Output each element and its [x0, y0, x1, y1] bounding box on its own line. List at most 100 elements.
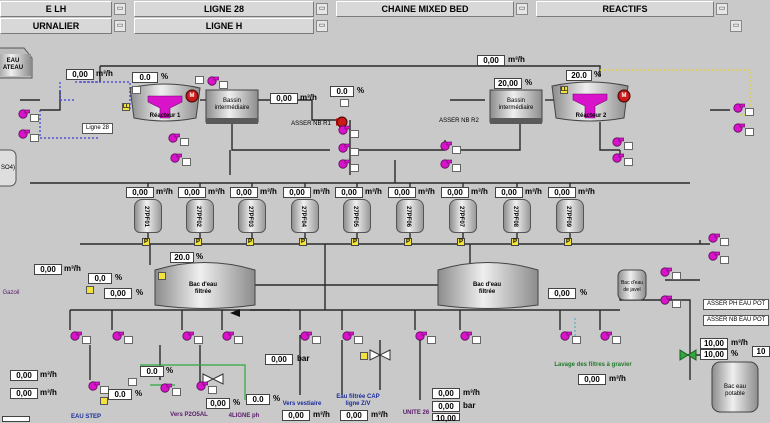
filter-flow-unit: m³/h	[156, 187, 173, 196]
filter-tank-label: 27PF02	[195, 206, 201, 228]
reactor1-pct-unit: %	[161, 72, 169, 81]
filter-flow-unit: m³/h	[313, 187, 330, 196]
pump-icon[interactable]	[612, 150, 625, 163]
bac1-pct-bot-value: 0,00	[104, 288, 132, 299]
filter-tank-label: 27PF05	[352, 206, 358, 228]
bac1-pct-mid-unit: %	[115, 273, 123, 282]
pump-icon[interactable]	[338, 122, 351, 135]
javel-label: Bac d'eau de javel	[620, 280, 644, 293]
bottom-left-flow3-value	[2, 416, 30, 422]
reactor2-label: Réacteur 2	[575, 113, 607, 119]
potable-extra-value: 10	[752, 346, 770, 357]
pump-status-indicator	[194, 336, 203, 344]
asser-nb-r2-label: ASSER NB R2	[439, 118, 479, 124]
bar-pressure-value: 0,00	[265, 354, 293, 365]
vestiaire-flow-unit: m³/h	[313, 410, 330, 419]
pump-icon[interactable]	[196, 378, 209, 391]
filter-tank[interactable]: 27PF09	[556, 199, 584, 233]
p2o5-pct2-value: 0.0	[108, 389, 132, 400]
filter-tank[interactable]: 27PF04	[291, 199, 319, 233]
pump-icon[interactable]	[342, 328, 355, 341]
filter-tank[interactable]: 27PF01	[134, 199, 162, 233]
filter-p-indicator: P	[142, 238, 150, 246]
unite26-bar-unit: bar	[463, 401, 476, 410]
gazoil-label: Gazoil	[2, 290, 20, 296]
filter-flow-unit: m³/h	[525, 187, 542, 196]
pump-icon[interactable]	[70, 328, 83, 341]
pump-icon[interactable]	[88, 378, 101, 391]
p2o5-indicator	[128, 378, 137, 386]
cap-flow-value: 0,00	[340, 410, 368, 421]
bac1-indicator-2	[86, 286, 94, 294]
asser-ph-eau-pot-tag[interactable]: ASSER PH EAU POT	[703, 299, 770, 310]
bottom-left-flow1-unit: m³/h	[40, 370, 57, 379]
bottom-left-flow2-unit: m³/h	[40, 388, 57, 397]
filter-tank[interactable]: 27PF07	[449, 199, 477, 233]
vestiaire-label: Vers vestiaire	[282, 401, 322, 407]
gazoil-flow-unit: m³/h	[64, 264, 81, 273]
pump-icon[interactable]	[168, 130, 181, 143]
bassin1-pct-value: 0.0	[330, 86, 354, 97]
p2o5-pct1-unit: %	[166, 366, 174, 375]
pump-icon[interactable]	[660, 292, 673, 305]
pump-icon[interactable]	[338, 156, 351, 169]
pump-icon[interactable]	[415, 328, 428, 341]
pump-icon[interactable]	[300, 328, 313, 341]
filter-p-indicator: P	[351, 238, 359, 246]
filter-tank[interactable]: 27PF06	[396, 199, 424, 233]
pump-icon[interactable]	[600, 328, 613, 341]
pump-status-indicator	[312, 336, 321, 344]
pump-icon[interactable]	[440, 156, 453, 169]
vestiaire-flow-value: 0,00	[282, 410, 310, 421]
pump-icon[interactable]	[338, 140, 351, 153]
filter-tank-label: 27PF04	[300, 206, 306, 228]
potable-pct-unit: %	[731, 349, 739, 358]
pump-icon[interactable]	[170, 150, 183, 163]
ligne4-small-unit: %	[233, 398, 241, 407]
pump-icon[interactable]	[207, 73, 220, 86]
bassin1-flow-value: 0,00	[270, 93, 298, 104]
bac1-pct-top-unit: %	[196, 252, 204, 261]
filter-tank-label: 27PF08	[512, 206, 518, 228]
pump-icon[interactable]	[733, 120, 746, 133]
pump-icon[interactable]	[733, 100, 746, 113]
pump-icon[interactable]	[660, 264, 673, 277]
pump-icon[interactable]	[18, 126, 31, 139]
pump-icon[interactable]	[460, 328, 473, 341]
ligne28-tag[interactable]: Ligne 28	[82, 123, 114, 134]
pump-icon[interactable]	[18, 106, 31, 119]
pump-icon[interactable]	[112, 328, 125, 341]
pump-status-indicator	[672, 300, 681, 308]
reactor1-indicator	[132, 86, 141, 94]
filter-tank[interactable]: 27PF03	[238, 199, 266, 233]
pump-icon[interactable]	[440, 138, 453, 151]
filter-tank[interactable]: 27PF05	[343, 199, 371, 233]
pump-icon[interactable]	[182, 328, 195, 341]
filter-tank[interactable]: 27PF08	[503, 199, 531, 233]
pump-icon[interactable]	[560, 328, 573, 341]
filter-p-indicator: P	[404, 238, 412, 246]
pump-icon[interactable]	[612, 134, 625, 147]
bar-indicator	[360, 352, 368, 360]
pump-status-indicator	[208, 386, 217, 394]
filter-p-indicator: P	[511, 238, 519, 246]
filter-p-indicator: P	[299, 238, 307, 246]
pump-icon[interactable]	[708, 230, 721, 243]
filter-flow-value: 0,00	[388, 187, 416, 198]
filter-p-indicator: P	[564, 238, 572, 246]
filter-tank-label: 27PF03	[247, 206, 253, 228]
pump-status-indicator	[720, 238, 729, 246]
filter-flow-unit: m³/h	[208, 187, 225, 196]
pump-icon[interactable]	[160, 380, 173, 393]
pump-icon[interactable]	[222, 328, 235, 341]
bassin2-label: Bassin intermédiaire	[498, 98, 534, 111]
asser-nb-eau-pot-tag[interactable]: ASSER NB EAU POT	[703, 315, 770, 326]
pump-status-indicator	[350, 130, 359, 138]
unite26-extra-value: 10,00	[432, 413, 460, 423]
pump-icon[interactable]	[708, 248, 721, 261]
filter-tank[interactable]: 27PF02	[186, 199, 214, 233]
bassin1-pct-unit: %	[357, 86, 365, 95]
pump-status-indicator	[672, 272, 681, 280]
asser-nb-r1-label: ASSER NB R1	[291, 121, 331, 127]
p2o5-label: Vers P2O5AL	[170, 412, 208, 418]
